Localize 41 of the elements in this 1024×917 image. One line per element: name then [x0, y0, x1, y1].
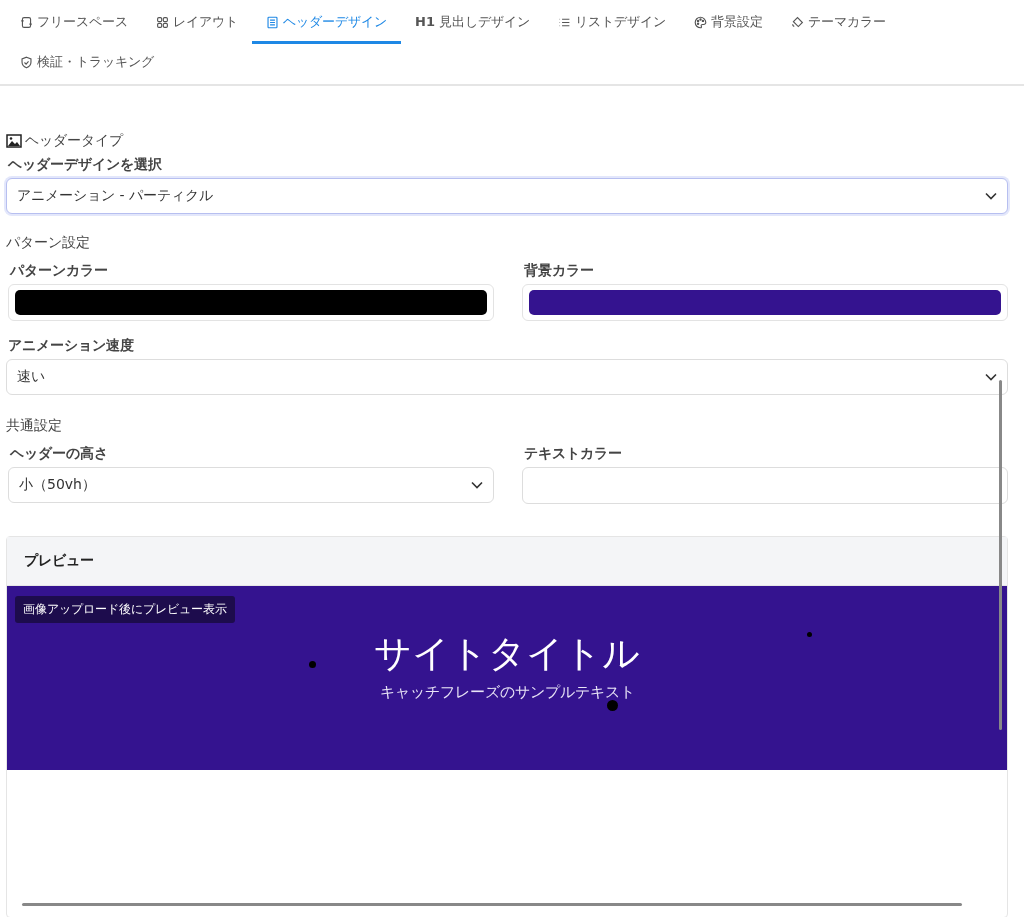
tab[interactable]: ヘッダーデザイン — [252, 4, 401, 44]
catchphrase: キャッチフレーズのサンプルテキスト — [379, 682, 635, 702]
field-label: 背景カラー — [524, 262, 595, 280]
tab[interactable]: フリースペース — [6, 4, 142, 44]
dropdown[interactable]: 小（50vh） — [8, 467, 494, 503]
particle-dot — [607, 700, 618, 711]
palette-icon — [694, 15, 708, 29]
chevron-down-icon — [985, 192, 997, 200]
section-title: 共通設定 — [6, 417, 63, 435]
tab[interactable]: テーマカラー — [777, 4, 901, 44]
scrollbar[interactable] — [22, 903, 962, 906]
color-field[interactable] — [522, 467, 1008, 504]
image-icon — [6, 134, 22, 148]
section-title: パターン設定 — [6, 234, 91, 252]
dropdown[interactable]: アニメーション - パーティクル — [6, 178, 1008, 214]
field-label: テキストカラー — [524, 445, 623, 463]
field-label: パターンカラー — [10, 262, 109, 280]
document-icon — [266, 15, 279, 29]
dropdown[interactable]: 速い — [6, 359, 1008, 395]
section-title: ヘッダータイプ — [25, 132, 123, 150]
particle-dot — [807, 632, 812, 637]
chevron-down-icon — [471, 481, 483, 489]
chevron-down-icon — [985, 373, 997, 381]
scrollbar[interactable] — [999, 380, 1002, 730]
tab[interactable]: H1 見出しデザイン — [401, 4, 545, 44]
field-label: ヘッダーの高さ — [10, 445, 109, 463]
tab[interactable]: 検証・トラッキング — [6, 44, 168, 84]
grid-icon — [156, 15, 169, 29]
site-title: サイトタイトル — [374, 634, 640, 675]
tab[interactable]: レイアウト — [142, 4, 252, 44]
field-label: ヘッダーデザインを選択 — [8, 156, 163, 174]
color-field[interactable] — [522, 284, 1008, 321]
paint-bucket-icon — [791, 15, 805, 29]
color-field[interactable] — [8, 284, 494, 321]
panel-title: プレビュー — [7, 537, 1007, 586]
tab[interactable]: リストデザイン — [544, 4, 681, 44]
tab[interactable]: 背景設定 — [680, 4, 778, 44]
particle-dot — [309, 661, 316, 668]
shield-check-icon — [20, 55, 33, 69]
field-label: アニメーション速度 — [8, 337, 135, 355]
notice-label: 画像アップロード後にプレビュー表示 — [15, 596, 235, 623]
